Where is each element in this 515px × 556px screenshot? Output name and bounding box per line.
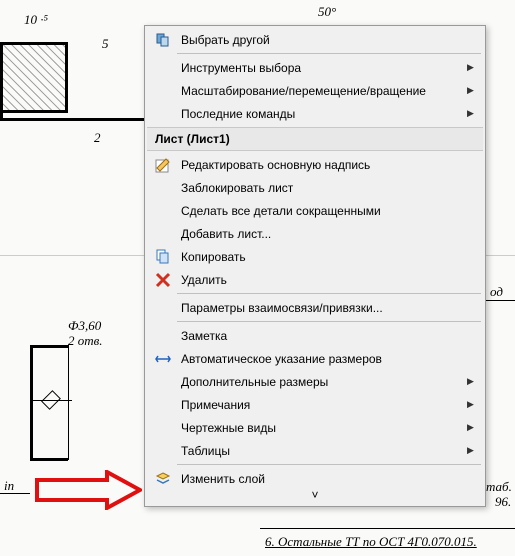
dimension-icon <box>151 350 175 368</box>
separator <box>177 321 481 322</box>
delete-icon <box>151 271 175 289</box>
submenu-arrow-icon: ▶ <box>467 62 483 73</box>
dim-50deg: 50° <box>318 4 336 20</box>
dim-10: 10 ·⁵ <box>24 12 48 28</box>
note-ost: 6. Остальные ТТ по ОСТ 4Г0.070.015. <box>265 534 477 550</box>
separator <box>177 53 481 54</box>
submenu-arrow-icon: ▶ <box>467 422 483 433</box>
context-menu: Выбрать другой Инструменты выбора ▶ Масш… <box>144 25 486 507</box>
menu-expand-chevron[interactable]: ˅ <box>147 490 483 504</box>
menu-change-layer[interactable]: Изменить слой <box>147 467 483 490</box>
menu-edit-title-block[interactable]: Редактировать основную надпись <box>147 153 483 176</box>
menu-relation-params[interactable]: Параметры взаимосвязи/привязки... <box>147 296 483 319</box>
chevron-down-icon: ˅ <box>311 488 318 502</box>
menu-label: Инструменты выбора <box>175 61 467 75</box>
menu-note[interactable]: Заметка <box>147 324 483 347</box>
submenu-arrow-icon: ▶ <box>467 399 483 410</box>
note-96: 96. <box>495 494 511 510</box>
menu-select-other[interactable]: Выбрать другой <box>147 28 483 51</box>
submenu-arrow-icon: ▶ <box>467 445 483 456</box>
menu-label: Последние команды <box>175 107 467 121</box>
menu-label: Автоматическое указание размеров <box>175 352 483 366</box>
menu-label: Добавить лист... <box>175 227 483 241</box>
submenu-arrow-icon: ▶ <box>467 376 483 387</box>
menu-add-sheet[interactable]: Добавить лист... <box>147 222 483 245</box>
red-arrow-annotation <box>32 470 142 510</box>
menu-make-shortened[interactable]: Сделать все детали сокращенными <box>147 199 483 222</box>
menu-zoom-pan-rotate[interactable]: Масштабирование/перемещение/вращение ▶ <box>147 79 483 102</box>
menu-annotations[interactable]: Примечания ▶ <box>147 393 483 416</box>
menu-label: Изменить слой <box>175 472 483 486</box>
menu-lock-sheet[interactable]: Заблокировать лист <box>147 176 483 199</box>
select-other-icon <box>151 31 175 49</box>
menu-label: Сделать все детали сокращенными <box>175 204 483 218</box>
note-tab: таб. <box>486 479 512 495</box>
menu-label: Редактировать основную надпись <box>175 158 483 172</box>
menu-label: Примечания <box>175 398 467 412</box>
separator <box>177 293 481 294</box>
menu-label: Выбрать другой <box>175 33 483 47</box>
menu-tables[interactable]: Таблицы ▶ <box>147 439 483 462</box>
menu-label: Таблицы <box>175 444 467 458</box>
menu-more-dimensions[interactable]: Дополнительные размеры ▶ <box>147 370 483 393</box>
dim-5: 5 <box>102 36 109 52</box>
label-in: in <box>4 478 14 494</box>
menu-drawing-views[interactable]: Чертежные виды ▶ <box>147 416 483 439</box>
menu-section-header: Лист (Лист1) <box>147 127 483 151</box>
menu-label: Чертежные виды <box>175 421 467 435</box>
menu-auto-dimensions[interactable]: Автоматическое указание размеров <box>147 347 483 370</box>
menu-label: Дополнительные размеры <box>175 375 467 389</box>
dim-holes: 2 отв. <box>68 333 103 349</box>
menu-label: Заметка <box>175 329 483 343</box>
edit-icon <box>151 156 175 174</box>
submenu-arrow-icon: ▶ <box>467 85 483 96</box>
menu-label: Копировать <box>175 250 483 264</box>
menu-delete[interactable]: Удалить <box>147 268 483 291</box>
copy-icon <box>151 248 175 266</box>
menu-label: Удалить <box>175 273 483 287</box>
dim-2: 2 <box>94 130 101 146</box>
layer-icon <box>151 470 175 488</box>
menu-recent-commands[interactable]: Последние команды ▶ <box>147 102 483 125</box>
menu-label: Параметры взаимосвязи/привязки... <box>175 301 483 315</box>
menu-label: Масштабирование/перемещение/вращение <box>175 84 467 98</box>
menu-selection-tools[interactable]: Инструменты выбора ▶ <box>147 56 483 79</box>
note-od: од <box>490 284 503 300</box>
separator <box>177 464 481 465</box>
menu-copy[interactable]: Копировать <box>147 245 483 268</box>
dim-diam: Ф3,60 <box>68 318 101 334</box>
submenu-arrow-icon: ▶ <box>467 108 483 119</box>
menu-label: Заблокировать лист <box>175 181 483 195</box>
